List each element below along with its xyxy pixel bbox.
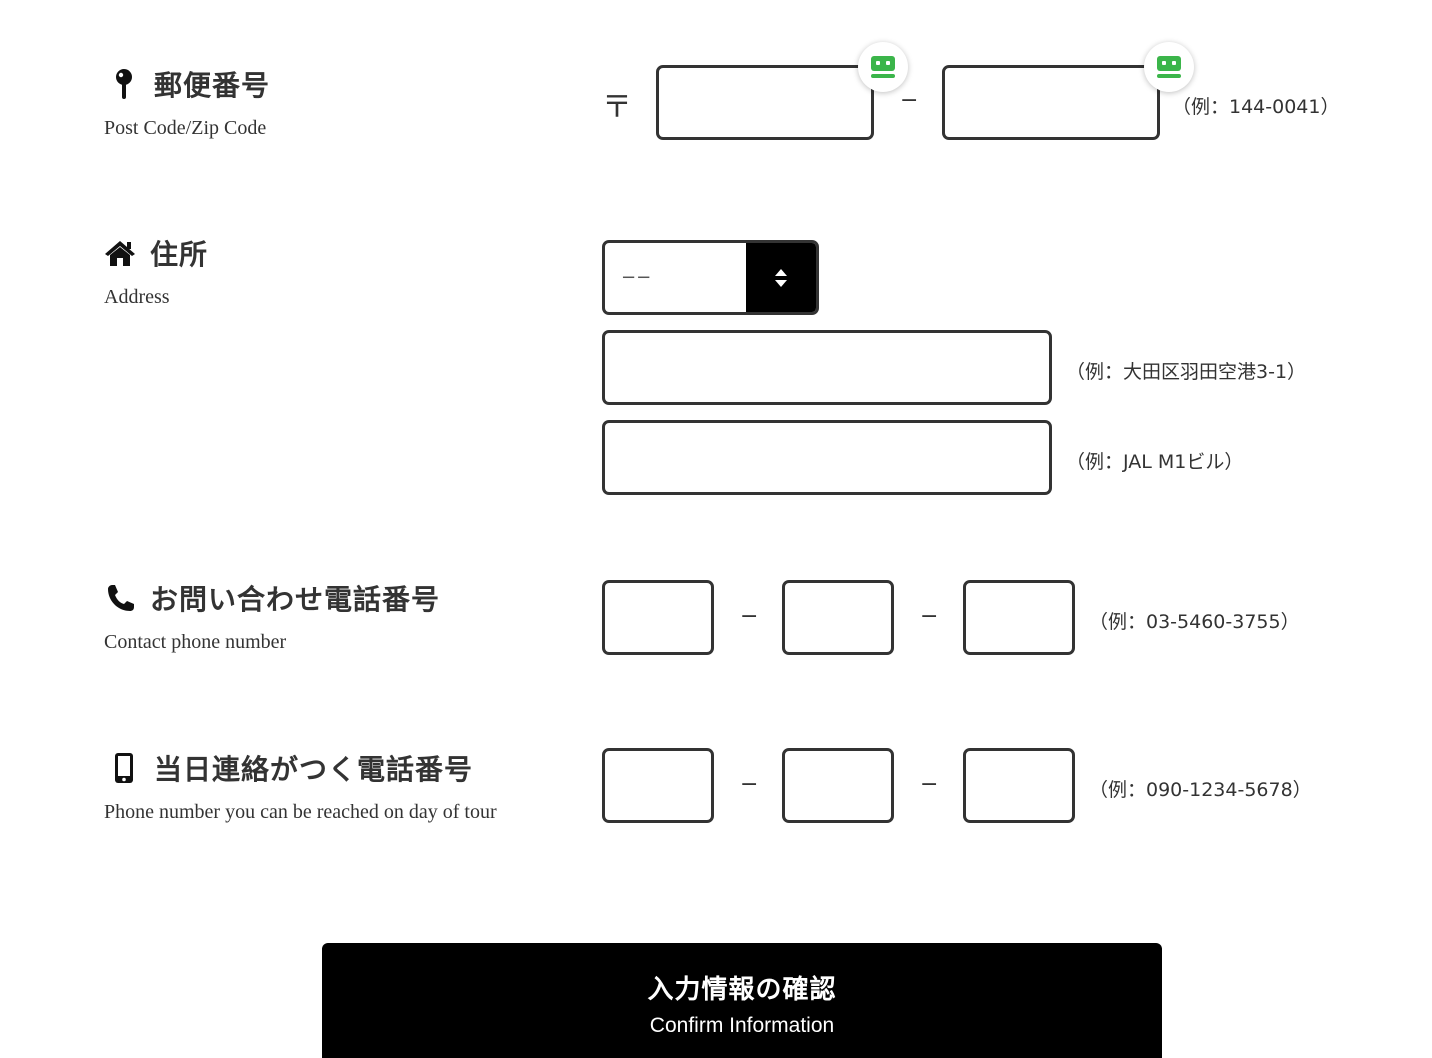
day-phone-part3-input[interactable] xyxy=(963,748,1075,823)
contact-phone-label: お問い合わせ電話番号 xyxy=(104,578,440,618)
address-label-en: Address xyxy=(104,286,170,308)
day-phone-separator: − xyxy=(920,772,939,797)
postcode-separator: − xyxy=(900,88,919,113)
form-page: 郵便番号 Post Code/Zip Code 〒 − （例：144-0041） xyxy=(0,0,1432,1058)
postcode-part1-input[interactable] xyxy=(656,65,874,140)
select-arrows-icon xyxy=(746,243,816,312)
prefecture-select-value: −− xyxy=(621,267,652,288)
contact-phone-part2-input[interactable] xyxy=(782,580,894,655)
contact-phone-hint: （例：03-5460-3755） xyxy=(1089,611,1300,633)
day-phone-label-en: Phone number you can be reached on day o… xyxy=(104,801,497,823)
postal-mark: 〒 xyxy=(602,90,632,125)
day-phone-separator: − xyxy=(740,772,759,797)
address-line1-input[interactable] xyxy=(602,330,1052,405)
password-manager-icon[interactable] xyxy=(1144,42,1194,92)
mobile-phone-icon xyxy=(108,751,140,785)
contact-phone-separator: − xyxy=(920,604,939,629)
contact-phone-separator: − xyxy=(740,604,759,629)
contact-phone-label-en: Contact phone number xyxy=(104,631,287,653)
contact-phone-part3-input[interactable] xyxy=(963,580,1075,655)
address-line2-input[interactable] xyxy=(602,420,1052,495)
day-phone-part2-input[interactable] xyxy=(782,748,894,823)
confirm-button-label-en: Confirm Information xyxy=(649,1014,835,1037)
address-line1-hint: （例：大田区羽田空港3-1） xyxy=(1066,361,1307,383)
address-line2-hint: （例：JAL M1ビル） xyxy=(1066,451,1244,473)
postcode-label-en: Post Code/Zip Code xyxy=(104,117,267,139)
contact-phone-part1-input[interactable] xyxy=(602,580,714,655)
confirm-information-button[interactable]: 入力情報の確認 Confirm Information xyxy=(322,943,1162,1058)
prefecture-select[interactable]: −− xyxy=(602,240,819,315)
day-phone-label: 当日連絡がつく電話番号 xyxy=(108,748,473,788)
postcode-label-ja: 郵便番号 xyxy=(154,69,271,102)
day-phone-label-ja: 当日連絡がつく電話番号 xyxy=(154,753,474,786)
confirm-button-label-ja: 入力情報の確認 xyxy=(647,975,837,1005)
day-phone-part1-input[interactable] xyxy=(602,748,714,823)
postcode-hint: （例：144-0041） xyxy=(1172,96,1340,118)
address-label-ja: 住所 xyxy=(150,238,209,271)
map-pin-icon xyxy=(108,67,140,101)
postcode-label: 郵便番号 xyxy=(108,64,270,104)
home-icon xyxy=(104,236,136,270)
contact-phone-label-ja: お問い合わせ電話番号 xyxy=(150,583,441,616)
postcode-part2-input[interactable] xyxy=(942,65,1160,140)
address-label: 住所 xyxy=(104,233,208,273)
phone-icon xyxy=(104,581,136,615)
password-manager-icon[interactable] xyxy=(858,42,908,92)
day-phone-hint: （例：090-1234-5678） xyxy=(1089,779,1312,801)
